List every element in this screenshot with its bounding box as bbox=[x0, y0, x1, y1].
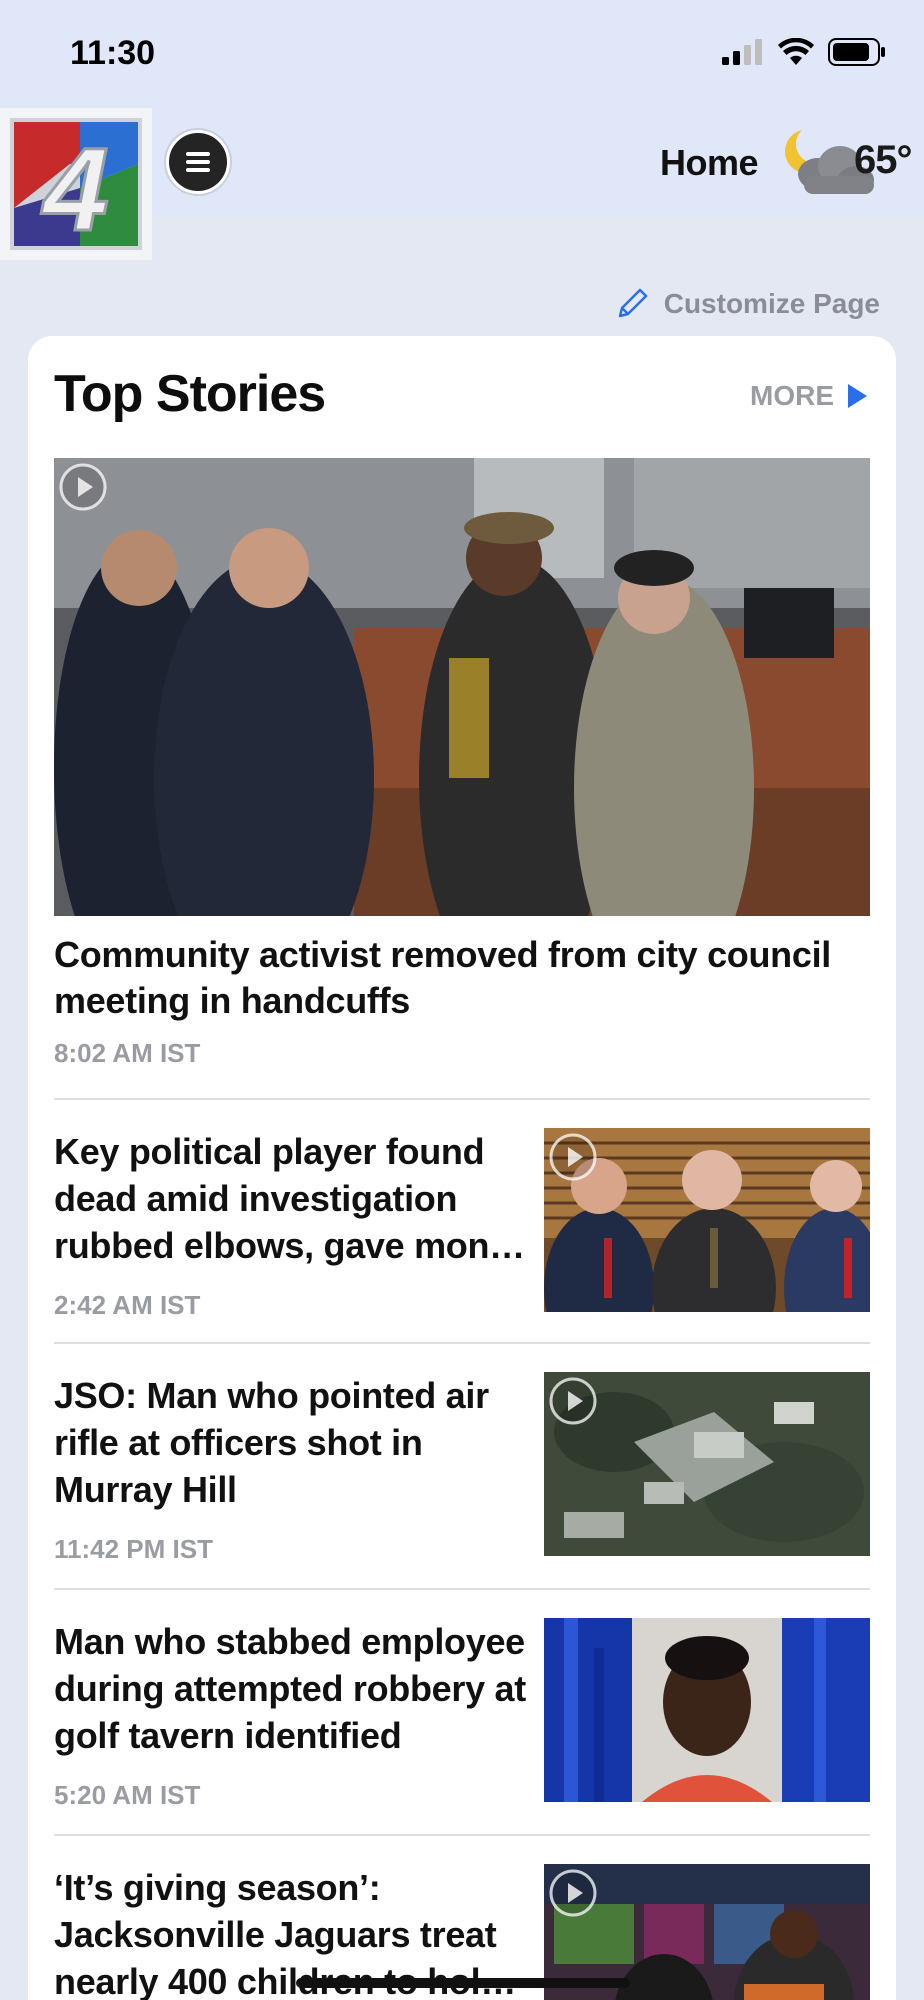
pencil-icon bbox=[618, 288, 647, 318]
menu-button[interactable] bbox=[166, 130, 230, 194]
video-play-icon bbox=[549, 1377, 597, 1425]
app-header: 4 Home 65° bbox=[0, 108, 924, 260]
divider bbox=[54, 1834, 870, 1836]
home-indicator[interactable] bbox=[296, 1978, 630, 1988]
story-thumbnail[interactable] bbox=[544, 1128, 870, 1312]
more-label: MORE bbox=[750, 380, 834, 411]
play-triangle-icon bbox=[848, 384, 867, 408]
section-title: Top Stories bbox=[54, 365, 326, 423]
divider bbox=[54, 1342, 870, 1344]
list-item[interactable]: Man who stabbed employee during attempte… bbox=[54, 1618, 870, 1818]
news4-logo-icon: 4 bbox=[10, 118, 142, 258]
svg-text:4: 4 bbox=[41, 124, 109, 256]
top-stories-card: Top Stories MORE Community activist remo… bbox=[28, 336, 896, 2000]
hamburger-icon bbox=[186, 152, 210, 172]
hero-image[interactable] bbox=[54, 458, 870, 916]
story-thumbnail[interactable] bbox=[544, 1618, 870, 1802]
divider bbox=[54, 1098, 870, 1100]
video-play-icon bbox=[549, 1133, 597, 1181]
status-icons bbox=[722, 38, 886, 66]
story-thumbnail[interactable] bbox=[544, 1372, 870, 1556]
divider bbox=[54, 1588, 870, 1590]
hero-story-time: 8:02 AM IST bbox=[54, 1038, 201, 1068]
story-title: Man who stabbed employee during attempte… bbox=[54, 1621, 526, 1756]
battery-icon bbox=[828, 38, 885, 66]
story-title: Key political player found dead amid inv… bbox=[54, 1131, 525, 1266]
status-time: 11:30 bbox=[70, 34, 156, 72]
hero-story-title[interactable]: Community activist removed from city cou… bbox=[54, 932, 870, 1024]
story-time: 11:42 PM IST bbox=[54, 1534, 213, 1564]
more-link[interactable]: MORE bbox=[750, 380, 868, 412]
status-bar: 11:30 bbox=[0, 0, 924, 108]
home-link[interactable]: Home bbox=[660, 142, 759, 184]
station-logo[interactable]: 4 bbox=[0, 108, 152, 260]
video-play-icon bbox=[549, 1869, 597, 1917]
customize-label: Customize Page bbox=[663, 288, 880, 319]
video-play-icon bbox=[59, 463, 107, 511]
list-item[interactable]: Key political player found dead amid inv… bbox=[54, 1128, 870, 1328]
story-title: JSO: Man who pointed air rifle at office… bbox=[54, 1375, 489, 1510]
customize-page-link[interactable]: Customize Page bbox=[614, 286, 880, 322]
wifi-icon bbox=[778, 38, 814, 65]
list-item[interactable]: JSO: Man who pointed air rifle at office… bbox=[54, 1372, 870, 1572]
story-time: 2:42 AM IST bbox=[54, 1290, 201, 1320]
temperature: 65° bbox=[854, 138, 912, 182]
story-time: 5:20 AM IST bbox=[54, 1780, 201, 1810]
signal-icon bbox=[722, 39, 762, 65]
